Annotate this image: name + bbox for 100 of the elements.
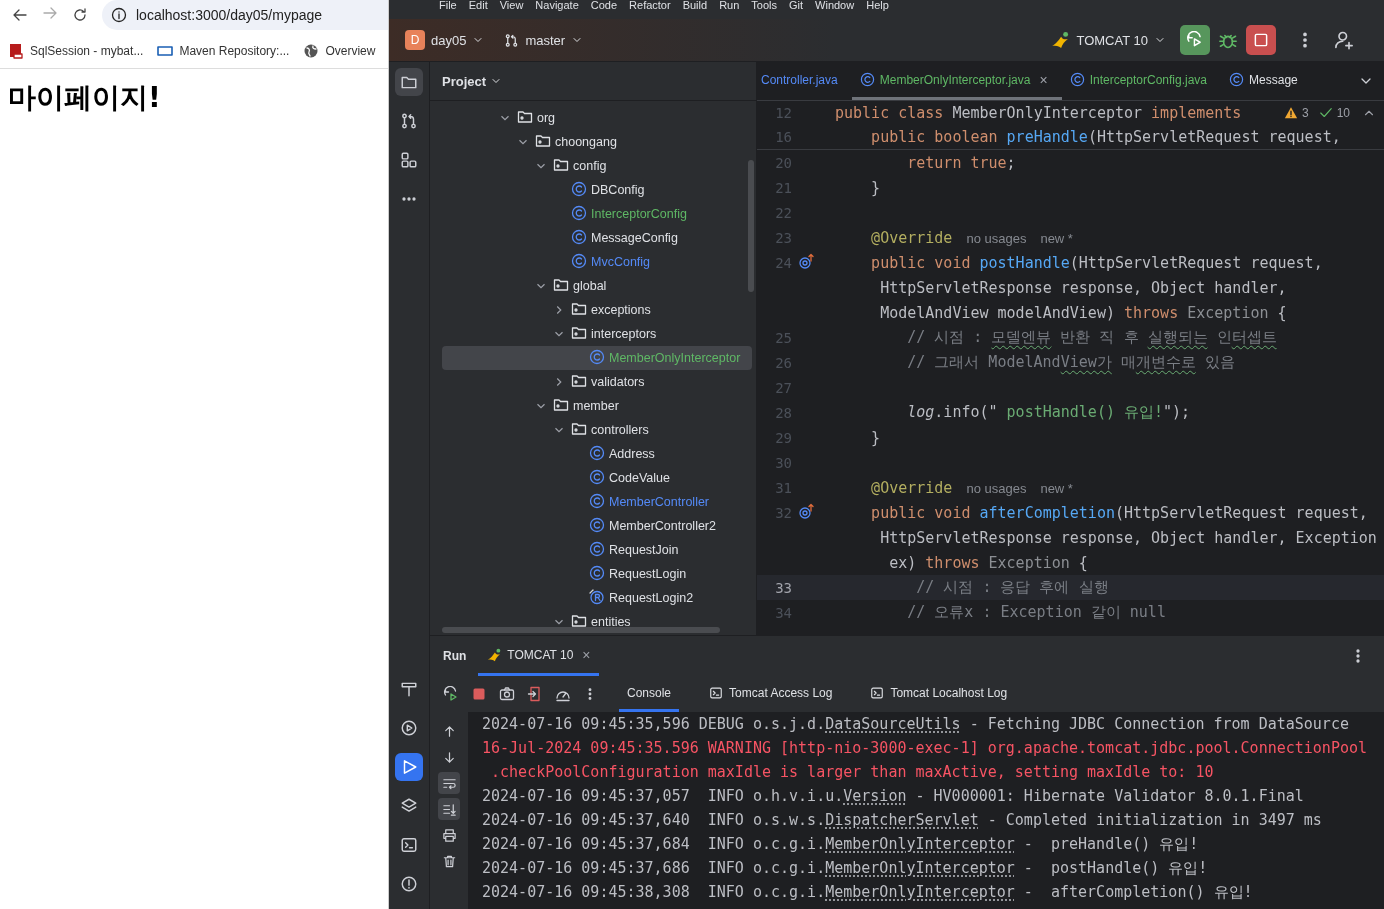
camera-icon[interactable] <box>499 686 515 702</box>
tree-item[interactable]: choongang <box>442 130 752 154</box>
tree-label: MemberController2 <box>609 519 716 533</box>
class-icon <box>589 468 605 485</box>
menu-item[interactable]: Git <box>789 0 804 11</box>
tree-item[interactable]: MvcConfig <box>442 250 752 274</box>
menu-item[interactable]: View <box>499 0 524 11</box>
menu-item[interactable]: Build <box>682 0 708 11</box>
bookmark[interactable]: Maven Repository:... <box>157 43 290 59</box>
code-line: public void afterCompletion(HttpServletRequest request, <box>870 503 1368 522</box>
folder-icon <box>571 324 587 341</box>
tree-item[interactable]: member <box>442 394 752 418</box>
rerun-button[interactable] <box>1180 25 1210 55</box>
add-user-icon[interactable] <box>1334 30 1354 50</box>
editor-tab[interactable]: InterceptorConfig.java <box>1061 62 1222 100</box>
tree-item[interactable]: Address <box>442 442 752 466</box>
scroll-to-end-icon <box>441 801 457 817</box>
tree-item[interactable]: MemberController2 <box>442 514 752 538</box>
branch-icon <box>504 32 520 48</box>
reload-icon[interactable] <box>72 7 88 23</box>
services-icon <box>400 719 418 737</box>
scroll-to-end-button[interactable] <box>438 798 460 820</box>
bookmark[interactable]: Overview <box>303 43 376 59</box>
tree-item[interactable]: global <box>442 274 752 298</box>
console-line: .checkPoolConfiguration maxIdle is larger than maxActive, setting maxIdle to: 10 <box>490 762 1215 783</box>
code-line: HttpServletResponse response, Object handler, <box>879 278 1287 297</box>
back-icon[interactable] <box>12 7 28 23</box>
class-icon <box>571 252 587 269</box>
tree-item[interactable]: InterceptorConfig <box>442 202 752 226</box>
code-line: ex) throws Exception { <box>888 553 1088 572</box>
menu-item[interactable]: Window <box>815 0 855 11</box>
class-icon <box>589 564 605 581</box>
menu-item[interactable]: Code <box>590 0 618 11</box>
menu-item[interactable]: Run <box>719 0 740 11</box>
tree-item[interactable]: RequestJoin <box>442 538 752 562</box>
tree-item[interactable]: interceptors <box>442 322 752 346</box>
tree-item[interactable]: config <box>442 154 752 178</box>
panel-title[interactable]: Project <box>442 73 487 89</box>
stop-button[interactable] <box>1246 25 1276 55</box>
tree-item[interactable]: MemberOnlyInterceptor <box>442 346 752 370</box>
address-bar[interactable]: localhost:3000/day05/mypage <box>102 0 388 30</box>
tree-item[interactable]: validators <box>442 370 752 394</box>
menu-item[interactable]: File <box>439 0 457 11</box>
console-tab[interactable]: Tomcat Localhost Log <box>862 676 1016 712</box>
tree-item[interactable]: entities <box>442 610 752 634</box>
menu-item[interactable]: Tools <box>751 0 777 11</box>
tree-item[interactable]: exceptions <box>442 298 752 322</box>
tree-label: choongang <box>555 135 617 149</box>
tree-label: MessageConfig <box>591 231 678 245</box>
tree-label: interceptors <box>591 327 657 341</box>
project-switcher[interactable]: D day05 <box>399 26 491 54</box>
code-line: // 시점 : 응답 후에 실행 <box>915 578 1109 597</box>
bookmark[interactable]: SqlSession - mybat... <box>8 43 144 59</box>
tree-label: exceptions <box>591 303 651 317</box>
run-tab[interactable]: TOMCAT 10 × <box>478 636 599 676</box>
code-line: @Override no usages new * <box>870 228 1073 247</box>
tree-item[interactable]: RequestLogin <box>442 562 752 586</box>
folder-icon <box>571 420 587 437</box>
tree-item[interactable]: DBConfig <box>442 178 752 202</box>
layers-icon <box>400 797 418 815</box>
panel-title: Run <box>443 648 467 665</box>
editor-tab[interactable]: Message <box>1221 62 1312 100</box>
rerun-icon[interactable] <box>443 686 459 702</box>
code-line: ModelAndView modelAndView) throws Exception { <box>879 303 1287 322</box>
tree-item[interactable]: MemberController <box>442 490 752 514</box>
folder-icon <box>553 156 569 173</box>
console-line: 16-Jul-2024 09:45:35.596 WARNING [http-nio-3000-exec-1] org.apache.tomcat.jdbc.pool.ConnectionPool <box>482 738 1368 759</box>
check-icon <box>1318 106 1333 120</box>
export-icon[interactable] <box>527 686 543 702</box>
scrollbar[interactable] <box>442 627 720 633</box>
stop-icon[interactable] <box>471 686 487 702</box>
menu-item[interactable]: Help <box>866 0 889 11</box>
scrollbar[interactable] <box>748 160 754 292</box>
console-tab[interactable]: Tomcat Access Log <box>701 676 841 712</box>
class-icon <box>1069 72 1085 87</box>
run-config-selector[interactable]: TOMCAT 10 <box>1044 27 1172 53</box>
menu-item[interactable]: Navigate <box>535 0 579 11</box>
override-marker-icon[interactable] <box>798 252 814 269</box>
folder-icon <box>553 276 569 293</box>
class-icon <box>589 348 605 365</box>
tree-label: validators <box>591 375 645 389</box>
run-tool-button[interactable] <box>395 753 423 781</box>
override-marker-icon[interactable] <box>798 502 814 519</box>
console-line: 2024-07-16 09:45:38,308 INFO o.c.g.i.MemberOnlyInterceptor - afterCompletion() 유입! <box>482 882 1254 903</box>
folder-tool-button[interactable] <box>395 68 423 96</box>
warning-count[interactable]: 3 <box>1301 106 1309 120</box>
editor-tab[interactable]: Controller.java <box>757 62 852 100</box>
menu-item[interactable]: Refactor <box>629 0 671 11</box>
menu-item[interactable]: Edit <box>468 0 488 11</box>
branch-switcher[interactable]: master <box>498 28 590 52</box>
code-line: public boolean preHandle(HttpServletRequest request, <box>870 128 1341 146</box>
folder-icon <box>571 612 587 629</box>
soft-wrap-button[interactable] <box>438 772 460 794</box>
tree-item[interactable]: MessageConfig <box>442 226 752 250</box>
tree-item[interactable]: controllers <box>442 418 752 442</box>
check-count[interactable]: 10 <box>1336 106 1350 120</box>
tree-item[interactable]: org <box>442 106 752 130</box>
tree-item[interactable]: RequestLogin2 <box>442 586 752 610</box>
tree-label: config <box>573 159 607 173</box>
tree-item[interactable]: CodeValue <box>442 466 752 490</box>
